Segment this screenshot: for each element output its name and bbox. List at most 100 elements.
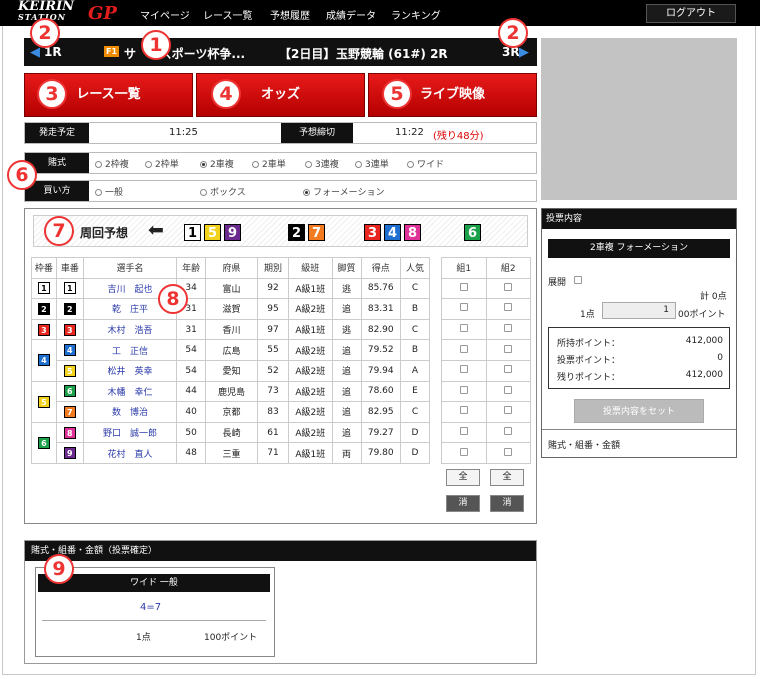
group1-checkbox[interactable] <box>459 427 468 436</box>
pred-num: 1 <box>184 224 201 241</box>
group1-checkbox[interactable] <box>459 324 468 333</box>
cell-人気: C <box>399 318 431 341</box>
group2-checkbox[interactable] <box>504 303 513 312</box>
rider-name[interactable]: 数 博治 <box>82 401 178 423</box>
group2-checkbox[interactable] <box>504 282 513 291</box>
radio-selected-icon <box>200 161 207 168</box>
frame-number: 2 <box>31 298 57 320</box>
bet-type-option[interactable]: ワイド <box>407 157 444 170</box>
select-all-group2-button[interactable]: 全 <box>490 469 524 486</box>
cell-人気: B <box>399 298 431 320</box>
buy-method-row: 買い方 一般 ボックス フォーメーション <box>24 180 537 202</box>
cell-期別: 95 <box>256 298 290 320</box>
cell-級班: A級2班 <box>288 339 333 361</box>
gp-logo: GP <box>88 3 117 24</box>
cell-級班: A級2班 <box>288 421 333 444</box>
group1-checkbox[interactable] <box>459 447 468 456</box>
car-number: 2 <box>55 298 84 320</box>
group1-checkbox[interactable] <box>459 282 468 291</box>
pred-num: 7 <box>308 224 325 241</box>
group2-checkbox[interactable] <box>504 324 513 333</box>
expand-checkbox[interactable] <box>574 276 582 284</box>
table-row: 6 8 野口 誠一郎 50 長崎 61 A級2班追 79.27 D <box>31 421 431 464</box>
clear-group2-button[interactable]: 消 <box>490 495 524 512</box>
marker-8: 8 <box>158 284 188 314</box>
table-row: 5 松井 英幸 54 愛知 52 A級2班追 79.94 A <box>32 359 431 382</box>
race-venue: 玉野競輪 (61#) 2R <box>336 47 448 61</box>
rider-name[interactable]: 松井 英幸 <box>82 359 178 382</box>
car-number: 8 <box>55 421 84 444</box>
entry-table: 枠番 車番 選手名 年齢 府県 期別 級班 脚質 得点 人気 1 1 吉川 起也 34… <box>31 257 431 464</box>
pred-num: 8 <box>404 224 421 241</box>
cell-得点: 78.60 <box>360 380 401 403</box>
next-arrow-icon[interactable]: ▶ <box>519 45 529 60</box>
selection-row <box>441 298 531 320</box>
bet-type-option[interactable]: 2車複 <box>200 157 234 170</box>
group2-checkbox[interactable] <box>504 406 513 415</box>
nav-prediction-history[interactable]: 予想履歴 <box>270 7 310 22</box>
car-number: 7 <box>55 401 84 423</box>
buy-method-option[interactable]: フォーメーション <box>303 185 384 198</box>
buy-method-option[interactable]: 一般 <box>95 185 123 198</box>
group2-checkbox[interactable] <box>504 344 513 353</box>
marker-2: 2 <box>498 18 528 48</box>
col-header: 人気 <box>399 257 431 279</box>
vote-panel-title: 投票内容 <box>542 209 736 229</box>
confirmed-count: 1点 <box>136 633 151 643</box>
pred-num: 6 <box>464 224 481 241</box>
rider-name[interactable]: 花村 直人 <box>82 442 178 464</box>
radio-icon <box>145 161 152 168</box>
group2-checkbox[interactable] <box>504 385 513 394</box>
bet-type-option[interactable]: 3連複 <box>305 157 339 170</box>
car-number: 5 <box>55 359 84 382</box>
group2-checkbox[interactable] <box>504 427 513 436</box>
rider-name[interactable]: 木村 浩吾 <box>82 318 178 341</box>
group2-checkbox[interactable] <box>504 365 513 374</box>
select-all-group1-button[interactable]: 全 <box>446 469 480 486</box>
points-summary: 所持ポイント： 412,000 投票ポイント： 0 残りポイント： 412,00… <box>548 327 730 389</box>
buy-method-option[interactable]: ボックス <box>200 185 246 198</box>
nav-race-list[interactable]: レース一覧 <box>203 7 253 22</box>
group1-checkbox[interactable] <box>459 344 468 353</box>
clear-group1-button[interactable]: 消 <box>446 495 480 512</box>
logout-button[interactable]: ログアウト <box>646 4 736 23</box>
nav-results-data[interactable]: 成績データ <box>326 7 376 22</box>
radio-selected-icon <box>303 189 310 196</box>
marker-9: 9 <box>44 554 74 584</box>
group1-checkbox[interactable] <box>459 385 468 394</box>
bet-type-option[interactable]: 2車単 <box>252 157 286 170</box>
ad-placeholder <box>541 38 737 200</box>
race-header: ◀ 1R F1 サ イスポーツ杯争... 【2日目】 玉野競輪 (61#) 2R… <box>24 38 537 66</box>
group1-checkbox[interactable] <box>459 406 468 415</box>
cell-期別: 61 <box>256 421 290 444</box>
points-input[interactable]: 1 <box>602 302 676 319</box>
set-vote-button[interactable]: 投票内容をセット <box>574 399 704 423</box>
points-per-label: 1点 <box>580 310 595 320</box>
cell-脚質: 逃 <box>331 318 362 341</box>
rider-name[interactable]: 木幡 幸仁 <box>82 380 178 403</box>
rider-name[interactable]: 野口 誠一郎 <box>82 421 178 444</box>
cell-得点: 79.27 <box>360 421 401 444</box>
pred-num: 5 <box>204 224 221 241</box>
top-nav-bar: KEIRIN STATION GP マイページ レース一覧 予想履歴 成績データ … <box>0 0 760 26</box>
cell-脚質: 追 <box>331 380 362 403</box>
group2-checkbox[interactable] <box>504 447 513 456</box>
prev-arrow-icon[interactable]: ◀ <box>30 45 40 60</box>
group1-checkbox[interactable] <box>459 365 468 374</box>
buy-method-label: 買い方 <box>25 181 89 201</box>
bet-type-option[interactable]: 3連単 <box>355 157 389 170</box>
grade-badge: F1 <box>104 46 120 57</box>
cell-府県: 鹿児島 <box>205 380 258 403</box>
bet-type-option[interactable]: 2枠複 <box>95 157 129 170</box>
table-row: 5 6 木幡 幸仁 44 鹿児島 73 A級2班追 78.60 E <box>31 380 431 423</box>
vote-value: 0 <box>717 353 723 363</box>
pred-num: 2 <box>288 224 305 241</box>
cell-級班: A級2班 <box>288 401 333 423</box>
bet-type-option[interactable]: 2枠単 <box>145 157 179 170</box>
group1-checkbox[interactable] <box>459 303 468 312</box>
nav-mypage[interactable]: マイページ <box>140 7 190 22</box>
nav-ranking[interactable]: ランキング <box>391 7 441 22</box>
pred-num: 9 <box>224 224 241 241</box>
cell-人気: B <box>399 339 431 361</box>
rider-name[interactable]: 工 正信 <box>82 339 178 361</box>
